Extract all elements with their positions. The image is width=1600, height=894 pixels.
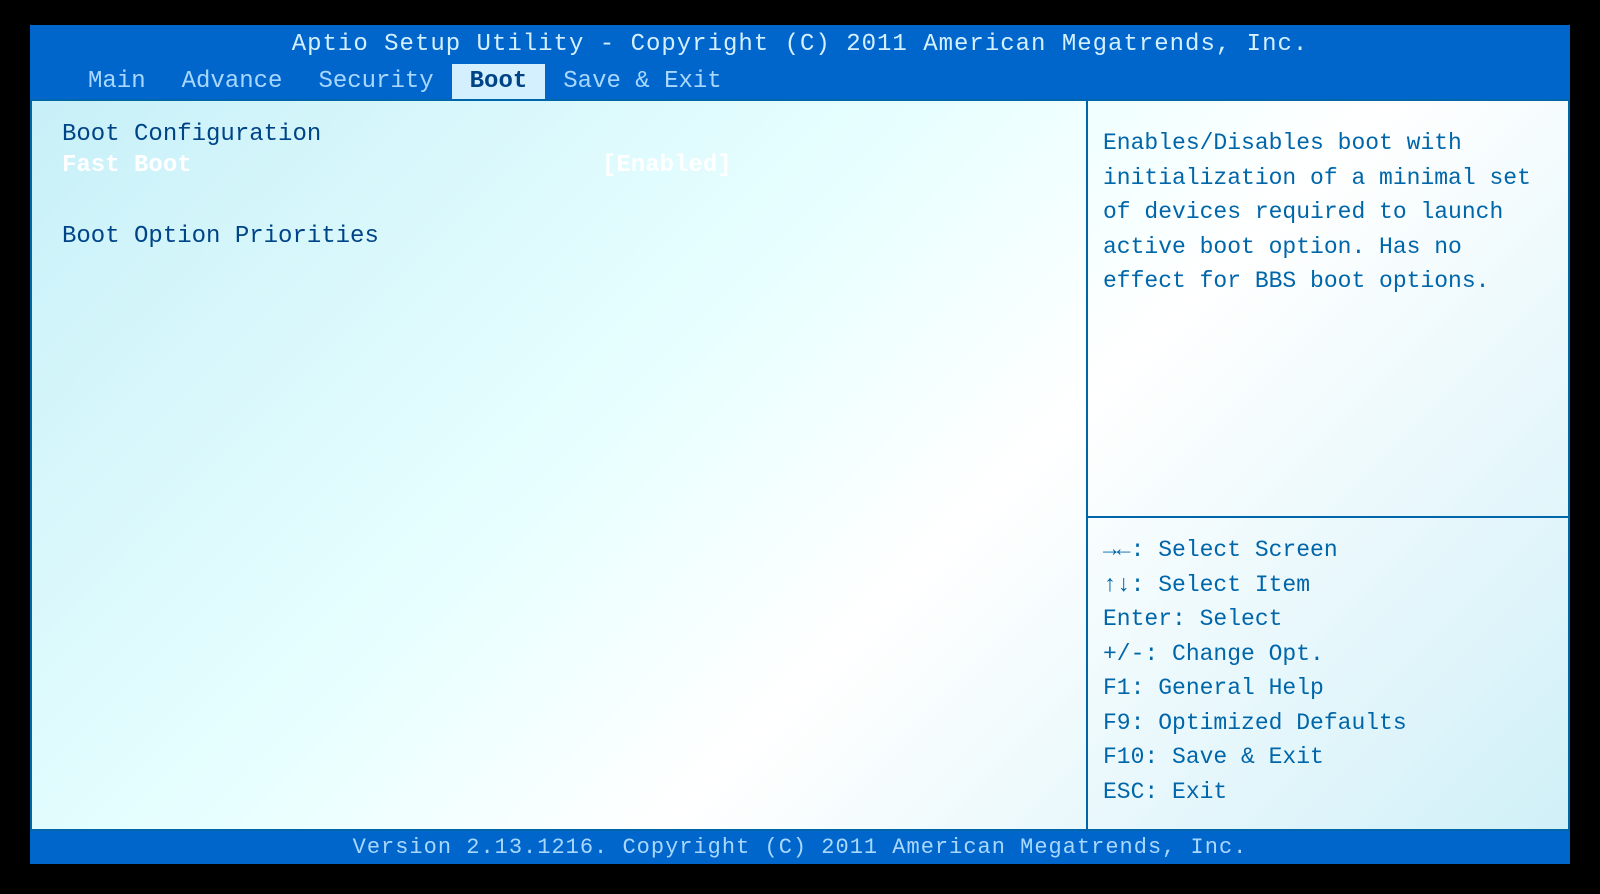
key-f10: F10: Save & Exit bbox=[1103, 740, 1553, 775]
main-area: Boot Configuration Fast Boot [Enabled] B… bbox=[30, 99, 1570, 831]
key-f1: F1: General Help bbox=[1103, 671, 1553, 706]
footer-text: Version 2.13.1216. Copyright (C) 2011 Am… bbox=[30, 831, 1570, 864]
boot-priorities-header[interactable]: Boot Option Priorities bbox=[62, 223, 1056, 250]
fast-boot-option[interactable]: Fast Boot [Enabled] bbox=[62, 152, 1056, 179]
bios-screen: Aptio Setup Utility - Copyright (C) 2011… bbox=[30, 25, 1570, 864]
help-text: Enables/Disables boot with initializatio… bbox=[1088, 101, 1568, 518]
fast-boot-label: Fast Boot bbox=[62, 152, 192, 179]
key-enter: Enter: Select bbox=[1103, 602, 1553, 637]
fast-boot-value: [Enabled] bbox=[602, 152, 732, 179]
key-select-item: ↑↓: Select Item bbox=[1103, 568, 1553, 603]
key-change: +/-: Change Opt. bbox=[1103, 637, 1553, 672]
key-f9: F9: Optimized Defaults bbox=[1103, 706, 1553, 741]
key-select-screen: →←: Select Screen bbox=[1103, 533, 1553, 568]
key-hints: →←: Select Screen ↑↓: Select Item Enter:… bbox=[1088, 518, 1568, 829]
tabs-bar: Main Advance Security Boot Save & Exit bbox=[30, 64, 1570, 99]
settings-panel: Boot Configuration Fast Boot [Enabled] B… bbox=[32, 101, 1088, 829]
header-title: Aptio Setup Utility - Copyright (C) 2011… bbox=[30, 25, 1570, 64]
boot-config-header: Boot Configuration bbox=[62, 121, 1056, 148]
tab-main[interactable]: Main bbox=[70, 64, 164, 99]
tab-security[interactable]: Security bbox=[300, 64, 451, 99]
tab-save-exit[interactable]: Save & Exit bbox=[545, 64, 739, 99]
tab-boot[interactable]: Boot bbox=[452, 64, 546, 99]
tab-advance[interactable]: Advance bbox=[164, 64, 301, 99]
key-esc: ESC: Exit bbox=[1103, 775, 1553, 810]
help-panel: Enables/Disables boot with initializatio… bbox=[1088, 101, 1568, 829]
